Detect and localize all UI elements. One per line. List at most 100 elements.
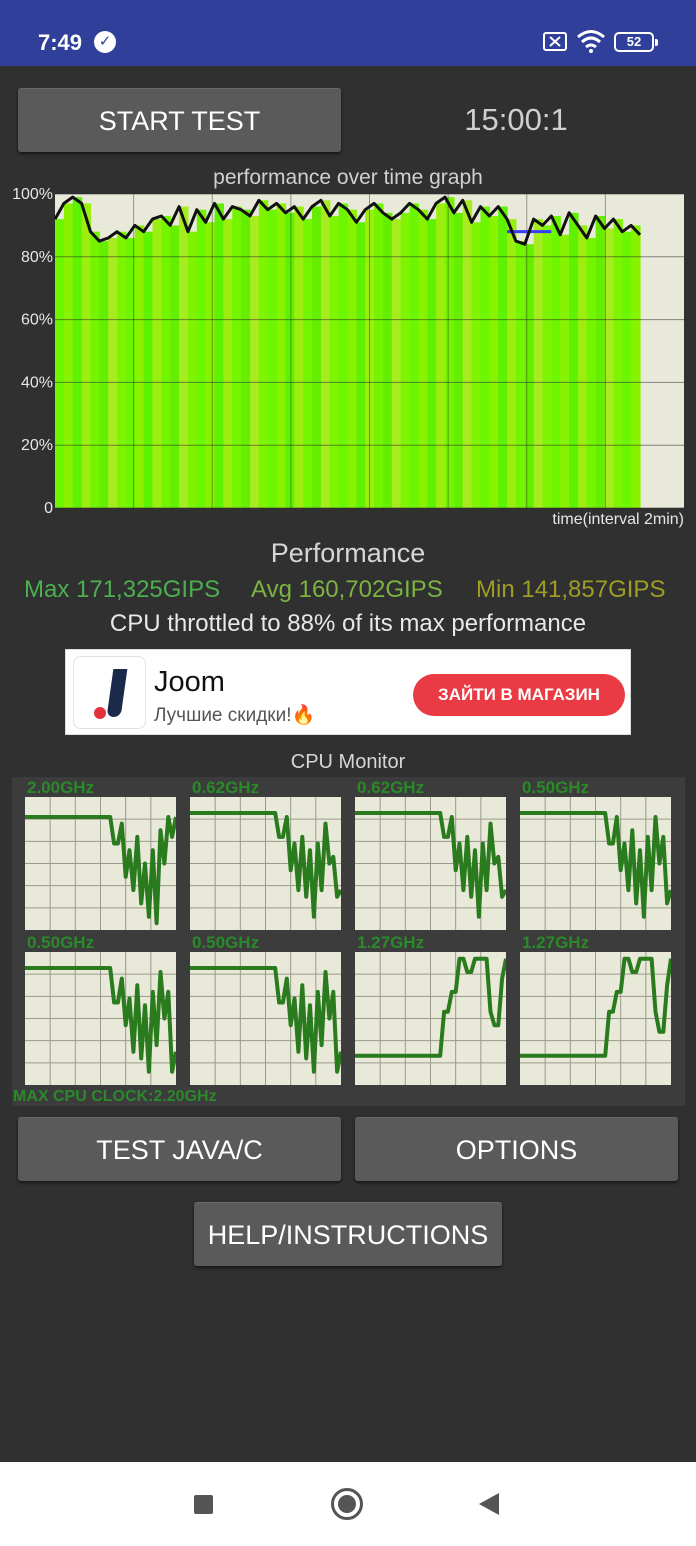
performance-bar bbox=[427, 219, 437, 508]
performance-bar bbox=[161, 215, 171, 509]
performance-bar bbox=[445, 197, 455, 508]
performance-bar bbox=[179, 206, 189, 508]
performance-bar bbox=[586, 237, 597, 508]
home-circle-icon[interactable] bbox=[331, 1488, 363, 1520]
cpu-core-label: 0.62GHz bbox=[357, 778, 425, 797]
cpu-core-label: 1.27GHz bbox=[522, 933, 590, 952]
performance-bar bbox=[152, 219, 162, 508]
performance-bar bbox=[374, 203, 384, 509]
performance-bar bbox=[250, 215, 260, 509]
performance-bar bbox=[187, 231, 198, 508]
ad-banner[interactable]: Joom Лучшие скидки!🔥 ЗАЙТИ В МАГАЗИН bbox=[65, 649, 631, 735]
cpu-core-graph bbox=[355, 797, 508, 930]
performance-bar bbox=[542, 225, 552, 508]
performance-bar bbox=[312, 206, 322, 508]
graph-bars bbox=[55, 197, 641, 509]
performance-bar bbox=[391, 219, 402, 508]
battery-icon: 52 bbox=[614, 32, 658, 52]
cpu-core-graph bbox=[25, 952, 178, 1085]
cpu-core-label: 2.00GHz bbox=[27, 778, 95, 797]
performance-bar bbox=[276, 203, 287, 509]
recents-square-icon[interactable] bbox=[194, 1495, 213, 1514]
cpu-core-graph bbox=[355, 952, 508, 1085]
back-triangle-icon[interactable] bbox=[479, 1493, 499, 1515]
performance-bar bbox=[90, 231, 100, 508]
max-cpu-clock: MAX CPU CLOCK:2.20GHz bbox=[13, 1088, 217, 1105]
ad-cta-button[interactable]: ЗАЙТИ В МАГАЗИН bbox=[413, 674, 625, 716]
performance-bar bbox=[551, 215, 561, 509]
cpu-core-label: 0.50GHz bbox=[522, 778, 590, 797]
start-test-button[interactable]: START TEST bbox=[18, 88, 341, 152]
performance-bar bbox=[595, 215, 606, 509]
performance-bar bbox=[241, 209, 251, 508]
performance-bar bbox=[320, 200, 331, 508]
y-tick-label: 60% bbox=[21, 312, 53, 329]
cpu-core-graph bbox=[520, 952, 673, 1085]
performance-bar bbox=[294, 206, 304, 508]
performance-bar bbox=[533, 219, 544, 508]
performance-bar bbox=[232, 206, 242, 508]
performance-bar bbox=[631, 225, 641, 508]
performance-bar bbox=[560, 234, 570, 508]
cpu-core-graph bbox=[190, 797, 343, 930]
performance-bar bbox=[507, 219, 517, 508]
performance-bar bbox=[524, 244, 535, 509]
performance-bar bbox=[515, 241, 526, 508]
performance-bar bbox=[613, 219, 623, 508]
performance-bar bbox=[170, 225, 180, 508]
performance-graph: 100% 80% 60% 40% 20% 0 bbox=[12, 186, 684, 514]
cpu-monitor-panel: 2.00GHz 0.62GHz 0.62GHz 0.50GHz 0.50GHz 0.50G… bbox=[12, 777, 685, 1106]
performance-bar bbox=[55, 219, 65, 508]
performance-bar bbox=[436, 203, 446, 509]
performance-bar bbox=[99, 241, 109, 508]
cpu-core-label: 1.27GHz bbox=[357, 933, 425, 952]
cpu-core-label: 0.50GHz bbox=[27, 933, 95, 952]
performance-bar bbox=[577, 225, 588, 508]
performance-bar bbox=[196, 209, 207, 508]
options-button[interactable]: OPTIONS bbox=[355, 1117, 678, 1181]
performance-bar bbox=[498, 206, 508, 508]
performance-bar bbox=[205, 222, 216, 508]
performance-title: Performance bbox=[270, 538, 426, 568]
performance-bar bbox=[258, 200, 269, 508]
cpu-monitor-title: CPU Monitor bbox=[290, 751, 406, 773]
max-performance: Max 171,325GIPS bbox=[24, 576, 221, 603]
performance-bar bbox=[471, 222, 482, 508]
sim-off-icon bbox=[543, 32, 567, 51]
performance-bar bbox=[489, 215, 499, 509]
avg-performance: Avg 160,702GIPS bbox=[251, 576, 443, 603]
y-tick-label: 80% bbox=[21, 249, 53, 266]
performance-bar bbox=[72, 197, 83, 508]
performance-bar bbox=[418, 209, 428, 508]
cpu-core-graph bbox=[25, 797, 178, 930]
min-performance: Min 141,857GIPS bbox=[476, 576, 666, 603]
performance-bar bbox=[480, 206, 490, 508]
test-java-button[interactable]: TEST JAVA/C bbox=[18, 1117, 341, 1181]
wifi-icon bbox=[576, 29, 606, 58]
cpu-core-graph bbox=[190, 952, 343, 1085]
performance-bar bbox=[134, 225, 145, 508]
y-tick-label: 100% bbox=[12, 186, 53, 203]
status-time: 7:49 bbox=[38, 30, 83, 55]
performance-bar bbox=[462, 200, 473, 508]
test-timer: 15:00:1 bbox=[464, 102, 568, 137]
cpu-core-graph bbox=[520, 797, 673, 930]
cpu-core-label: 0.62GHz bbox=[192, 778, 260, 797]
y-tick-label: 40% bbox=[21, 374, 53, 391]
performance-bar bbox=[143, 231, 154, 508]
y-tick-label: 0 bbox=[44, 500, 53, 514]
performance-bar bbox=[604, 228, 615, 508]
graph-x-label: time(interval 2min) bbox=[552, 511, 684, 528]
navigation-bar bbox=[0, 1462, 696, 1546]
help-instructions-button[interactable]: HELP/INSTRUCTIONS bbox=[194, 1202, 502, 1266]
performance-bar bbox=[267, 209, 278, 508]
cpu-core-label: 0.50GHz bbox=[192, 933, 260, 952]
throttle-text: CPU throttled to 88% of its max performa… bbox=[109, 610, 587, 637]
joom-logo-icon bbox=[73, 656, 146, 729]
performance-bar bbox=[223, 219, 233, 508]
performance-bar bbox=[63, 203, 74, 509]
performance-bar bbox=[81, 203, 92, 509]
ad-name: Joom bbox=[154, 666, 225, 698]
performance-bar bbox=[108, 237, 118, 508]
performance-bar bbox=[409, 203, 420, 509]
